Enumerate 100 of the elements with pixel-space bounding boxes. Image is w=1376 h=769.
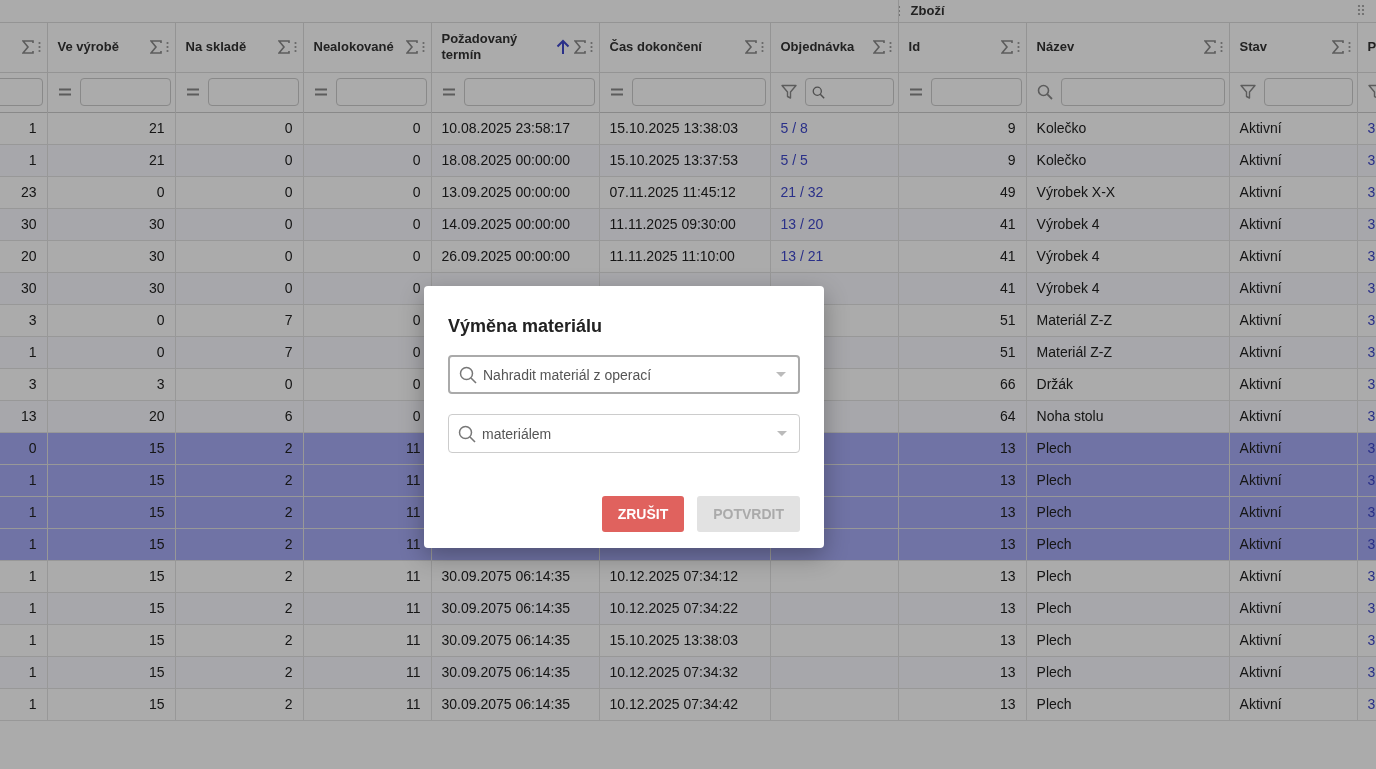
sum-icon[interactable]	[1203, 40, 1216, 54]
equals-icon[interactable]	[313, 87, 328, 97]
table-cell[interactable]: 3	[1367, 536, 1376, 552]
caret-icon[interactable]	[777, 430, 787, 437]
table-cell[interactable]: 5 / 8	[780, 120, 808, 136]
drag-handle-icon[interactable]	[165, 41, 169, 53]
table-cell: 13	[1000, 600, 1016, 616]
table-cell[interactable]: 3	[1367, 376, 1376, 392]
table-cell[interactable]: 3	[1367, 120, 1376, 136]
table-cell[interactable]: 3	[1367, 696, 1376, 712]
column-header[interactable]: Čas dokončení	[609, 39, 741, 55]
table-cell: Kolečko	[1036, 152, 1087, 168]
filter-field[interactable]	[0, 78, 43, 106]
table-cell: 0	[412, 312, 421, 328]
table-cell: Aktivní	[1239, 248, 1282, 264]
table-cell[interactable]: 21 / 32	[780, 184, 824, 200]
filter-icon[interactable]	[780, 84, 797, 100]
drag-handle-icon[interactable]	[1357, 3, 1366, 16]
column-header[interactable]: Id	[908, 39, 997, 55]
sum-icon[interactable]	[21, 40, 34, 54]
sum-icon[interactable]	[1000, 40, 1013, 54]
table-cell[interactable]: 3	[1367, 600, 1376, 616]
filter-field[interactable]	[631, 78, 766, 106]
drag-handle-icon[interactable]	[37, 41, 41, 53]
column-header[interactable]: Požadovaný termín	[441, 31, 552, 63]
column-header[interactable]: Stav	[1239, 39, 1328, 55]
table-cell: Aktivní	[1239, 184, 1282, 200]
table-cell[interactable]: 3	[1367, 568, 1376, 584]
table-cell[interactable]: 5 / 5	[780, 152, 808, 168]
table-cell[interactable]: 3	[1367, 504, 1376, 520]
sum-icon[interactable]	[872, 40, 885, 54]
drag-handle-icon[interactable]	[760, 41, 764, 53]
filter-field[interactable]	[1060, 78, 1225, 106]
column-header[interactable]: Nealokované	[313, 39, 402, 55]
table-cell: 30	[148, 248, 165, 264]
sum-icon[interactable]	[573, 40, 586, 54]
table-cell[interactable]: 3	[1367, 280, 1376, 296]
table-cell[interactable]: 3	[1367, 216, 1376, 232]
filter-field[interactable]	[335, 78, 427, 106]
sum-icon[interactable]	[405, 40, 418, 54]
table-cell[interactable]: 3	[1367, 152, 1376, 168]
select-field[interactable]: materiálem	[448, 414, 800, 453]
table-cell: 66	[1000, 376, 1016, 392]
sum-icon[interactable]	[149, 40, 162, 54]
filter-field[interactable]	[463, 78, 595, 106]
table-cell: 1	[28, 600, 37, 616]
equals-icon[interactable]	[185, 87, 200, 97]
table-cell[interactable]: 3	[1367, 312, 1376, 328]
search-input[interactable]: Nahradit materiál z operací	[481, 365, 772, 384]
table-cell[interactable]: 3	[1367, 248, 1376, 264]
sum-icon[interactable]	[744, 40, 757, 54]
table-cell: Plech	[1036, 600, 1072, 616]
table-cell[interactable]: 3	[1367, 632, 1376, 648]
drag-handle-icon[interactable]	[293, 41, 297, 53]
table-cell: Plech	[1036, 632, 1072, 648]
table-cell[interactable]: 3	[1367, 472, 1376, 488]
table-cell: 30.09.2075 06:14:35	[441, 600, 570, 616]
filter-icon[interactable]	[1239, 84, 1256, 100]
column-header[interactable]: Na skladě	[185, 39, 274, 55]
table-cell: 30.09.2075 06:14:35	[441, 568, 570, 584]
sum-icon[interactable]	[277, 40, 290, 54]
table-cell: 1	[28, 536, 37, 552]
table-cell[interactable]: 13 / 20	[780, 216, 824, 232]
filter-field[interactable]	[930, 78, 1022, 106]
column-header[interactable]: P	[1367, 39, 1376, 55]
column-header[interactable]: Ve výrobě	[57, 39, 146, 55]
table-cell: 0	[412, 152, 421, 168]
column-header[interactable]: Objednávka	[780, 39, 869, 55]
equals-icon[interactable]	[441, 87, 456, 97]
table-cell: 21	[148, 152, 165, 168]
table-cell: 13.09.2025 00:00:00	[441, 184, 570, 200]
drag-handle-icon[interactable]	[1016, 41, 1020, 53]
column-header[interactable]: Název	[1036, 39, 1200, 55]
drag-handle-icon[interactable]	[888, 41, 892, 53]
table-cell[interactable]: 13 / 21	[780, 248, 824, 264]
filter-field[interactable]	[1263, 78, 1353, 106]
table-cell: 0	[284, 280, 293, 296]
drag-handle-icon[interactable]	[1347, 41, 1351, 53]
filter-field[interactable]	[207, 78, 299, 106]
sort-arrow-icon[interactable]	[555, 39, 570, 55]
drag-handle-icon[interactable]	[1219, 41, 1223, 53]
equals-icon[interactable]	[609, 87, 624, 97]
table-cell[interactable]: 3	[1367, 344, 1376, 360]
search-icon[interactable]	[1036, 84, 1053, 100]
caret-icon[interactable]	[776, 371, 786, 378]
search-input[interactable]: materiálem	[480, 424, 773, 443]
drag-handle-icon[interactable]	[589, 41, 593, 53]
table-cell: 1	[28, 120, 37, 136]
equals-icon[interactable]	[57, 87, 72, 97]
filter-field[interactable]	[804, 78, 894, 106]
cancel-button[interactable]: ZRUŠIT	[601, 496, 685, 532]
drag-handle-icon[interactable]	[421, 41, 425, 53]
select-field[interactable]: Nahradit materiál z operací	[448, 355, 800, 394]
table-cell[interactable]: 3	[1367, 184, 1376, 200]
sum-icon[interactable]	[1331, 40, 1344, 54]
table-cell[interactable]: 3	[1367, 440, 1376, 456]
table-cell[interactable]: 3	[1367, 408, 1376, 424]
filter-field[interactable]	[79, 78, 171, 106]
equals-icon[interactable]	[908, 87, 923, 97]
table-cell[interactable]: 3	[1367, 664, 1376, 680]
